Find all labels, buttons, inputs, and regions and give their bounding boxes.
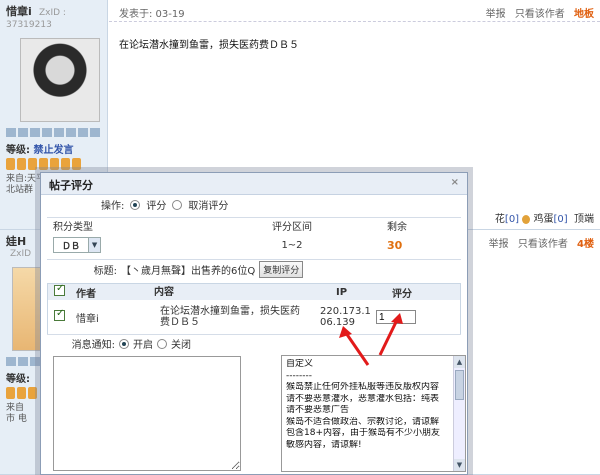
arrow-1-head bbox=[339, 326, 352, 338]
arrow-2-head bbox=[391, 313, 403, 324]
annotation-arrows bbox=[339, 313, 403, 366]
arrow-1 bbox=[344, 332, 370, 366]
arrow-2 bbox=[378, 319, 399, 356]
